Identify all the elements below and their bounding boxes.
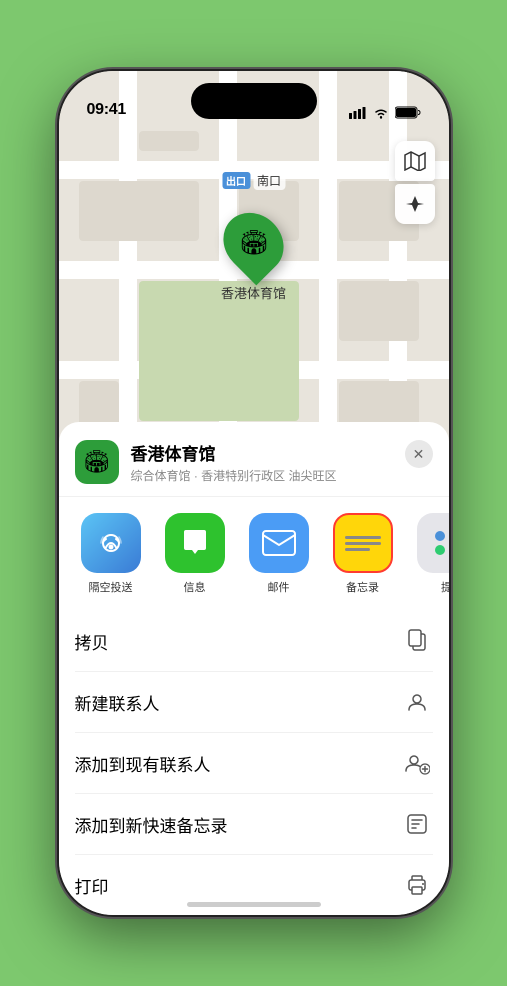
action-copy[interactable]: 拷贝 [75, 611, 433, 672]
action-print-label: 打印 [75, 873, 109, 898]
phone-frame: 09:41 [59, 71, 449, 915]
map-label: 出口 南口 [222, 171, 285, 190]
location-icon [406, 195, 424, 213]
notes-lines [345, 536, 381, 551]
airdrop-icon [81, 513, 141, 573]
wifi-icon [373, 107, 389, 119]
action-add-contact[interactable]: 添加到现有联系人 [75, 733, 433, 794]
venue-header: 🏟 香港体育馆 综合体育馆 · 香港特别行政区 油尖旺区 ✕ [59, 422, 449, 497]
home-indicator [187, 902, 321, 907]
airdrop-label: 隔空投送 [89, 579, 133, 595]
message-label: 信息 [184, 579, 206, 595]
venue-info: 香港体育馆 综合体育馆 · 香港特别行政区 油尖旺区 [131, 440, 393, 484]
notes-label: 备忘录 [346, 579, 379, 595]
pin-emoji: 🏟 [238, 229, 268, 258]
notes-icon [333, 513, 393, 573]
add-contact-icon [401, 747, 433, 779]
signal-icon [349, 107, 367, 119]
location-button[interactable] [395, 184, 435, 224]
mail-label: 邮件 [268, 579, 290, 595]
action-new-contact[interactable]: 新建联系人 [75, 672, 433, 733]
phone-screen: 09:41 [59, 71, 449, 915]
mail-icon [249, 513, 309, 573]
print-icon [401, 869, 433, 901]
action-copy-label: 拷贝 [75, 629, 109, 654]
exit-tag: 出口 [222, 172, 250, 189]
notes-line-3 [345, 548, 370, 551]
action-quick-note-label: 添加到新快速备忘录 [75, 812, 228, 837]
airdrop-symbol [95, 527, 127, 559]
status-time: 09:41 [87, 101, 126, 119]
close-button[interactable]: ✕ [405, 440, 433, 468]
notes-line-1 [345, 536, 381, 539]
action-list: 拷贝 新建联系人 [59, 611, 449, 915]
more-icon [417, 513, 449, 573]
bottom-sheet: 🏟 香港体育馆 综合体育馆 · 香港特别行政区 油尖旺区 ✕ [59, 422, 449, 915]
share-item-more[interactable]: 提 [411, 513, 449, 595]
close-icon: ✕ [413, 446, 425, 463]
venue-name: 香港体育馆 [131, 440, 393, 465]
status-icons [349, 106, 421, 119]
dynamic-island [191, 83, 317, 119]
map-controls[interactable] [395, 141, 435, 224]
share-item-message[interactable]: 信息 [159, 513, 231, 595]
more-label: 提 [441, 579, 449, 595]
map-view-button[interactable] [395, 141, 435, 181]
share-row: 隔空投送 信息 [59, 497, 449, 611]
mail-symbol [261, 529, 297, 557]
message-icon [165, 513, 225, 573]
copy-icon [401, 625, 433, 657]
battery-icon [395, 106, 421, 119]
notes-line-2 [345, 542, 381, 545]
venue-desc: 综合体育馆 · 香港特别行政区 油尖旺区 [131, 467, 393, 484]
new-contact-icon [401, 686, 433, 718]
action-new-contact-label: 新建联系人 [75, 690, 160, 715]
quick-note-icon [401, 808, 433, 840]
map-view-icon [404, 151, 426, 171]
location-pin: 🏟 香港体育馆 [221, 211, 286, 302]
pin-label: 香港体育馆 [221, 283, 286, 302]
pin-shape: 🏟 [211, 201, 296, 286]
action-quick-note[interactable]: 添加到新快速备忘录 [75, 794, 433, 855]
venue-emoji: 🏟 [83, 449, 111, 475]
action-add-contact-label: 添加到现有联系人 [75, 751, 211, 776]
share-item-notes[interactable]: 备忘录 [327, 513, 399, 595]
south-exit-label: 南口 [253, 171, 285, 190]
message-symbol [178, 526, 212, 560]
venue-icon: 🏟 [75, 440, 119, 484]
share-item-airdrop[interactable]: 隔空投送 [75, 513, 147, 595]
share-item-mail[interactable]: 邮件 [243, 513, 315, 595]
